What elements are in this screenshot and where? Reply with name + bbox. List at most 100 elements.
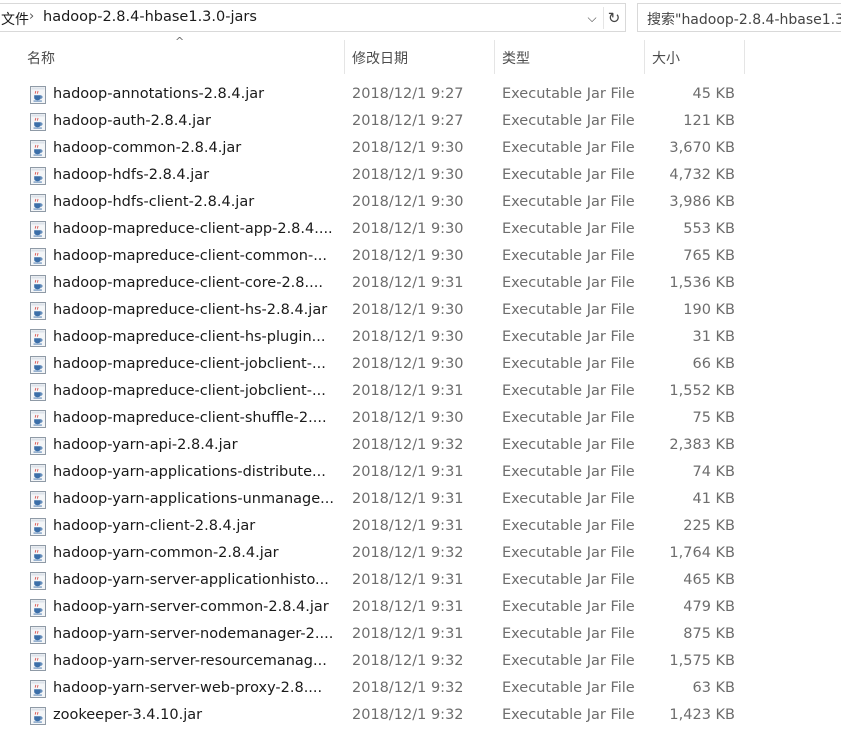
file-row[interactable]: hadoop-yarn-applications-distribute... 2…: [0, 460, 760, 487]
file-modified-date: 2018/12/1 9:27: [352, 86, 464, 102]
file-modified-date: 2018/12/1 9:27: [352, 113, 464, 129]
file-row[interactable]: hadoop-yarn-server-common-2.8.4.jar 2018…: [0, 595, 760, 622]
column-divider[interactable]: [494, 40, 495, 74]
file-type: Executable Jar File: [502, 572, 635, 588]
file-size: 465 KB: [683, 572, 735, 588]
file-row[interactable]: hadoop-yarn-api-2.8.4.jar 2018/12/1 9:32…: [0, 433, 760, 460]
file-row[interactable]: hadoop-mapreduce-client-shuffle-2.... 20…: [0, 406, 760, 433]
file-row[interactable]: hadoop-mapreduce-client-common-... 2018/…: [0, 244, 760, 271]
breadcrumb-root[interactable]: 文件: [1, 9, 29, 29]
java-jar-file-icon: [28, 598, 48, 618]
file-size: 74 KB: [692, 464, 735, 480]
column-header-type[interactable]: 类型: [502, 48, 530, 68]
file-type: Executable Jar File: [502, 329, 635, 345]
file-modified-date: 2018/12/1 9:31: [352, 599, 464, 615]
file-size: 45 KB: [692, 86, 735, 102]
file-modified-date: 2018/12/1 9:32: [352, 545, 464, 561]
file-modified-date: 2018/12/1 9:31: [352, 491, 464, 507]
file-modified-date: 2018/12/1 9:30: [352, 248, 464, 264]
address-toolbar: 文件 › hadoop-2.8.4-hbase1.3.0-jars ⌵ ↻ 搜索…: [0, 0, 841, 36]
file-modified-date: 2018/12/1 9:32: [352, 437, 464, 453]
file-modified-date: 2018/12/1 9:31: [352, 518, 464, 534]
file-row[interactable]: zookeeper-3.4.10.jar 2018/12/1 9:32 Exec…: [0, 703, 760, 730]
file-size: 553 KB: [683, 221, 735, 237]
file-size: 225 KB: [683, 518, 735, 534]
column-header-row: ^ 名称 修改日期 类型 大小: [0, 35, 841, 74]
file-type: Executable Jar File: [502, 491, 635, 507]
file-size: 4,732 KB: [669, 167, 735, 183]
file-name: hadoop-yarn-applications-distribute...: [53, 464, 326, 480]
file-row[interactable]: hadoop-mapreduce-client-hs-plugin... 201…: [0, 325, 760, 352]
column-divider[interactable]: [744, 40, 745, 74]
file-modified-date: 2018/12/1 9:30: [352, 167, 464, 183]
java-jar-file-icon: [28, 139, 48, 159]
file-size: 31 KB: [692, 329, 735, 345]
file-row[interactable]: hadoop-mapreduce-client-core-2.8.... 201…: [0, 271, 760, 298]
refresh-icon[interactable]: ↻: [603, 7, 624, 29]
breadcrumb-current-folder[interactable]: hadoop-2.8.4-hbase1.3.0-jars: [43, 9, 257, 25]
file-type: Executable Jar File: [502, 248, 635, 264]
file-name: hadoop-hdfs-client-2.8.4.jar: [53, 194, 255, 210]
chevron-down-icon[interactable]: ⌵: [583, 8, 601, 28]
file-row[interactable]: hadoop-annotations-2.8.4.jar 2018/12/1 9…: [0, 82, 760, 109]
file-type: Executable Jar File: [502, 464, 635, 480]
file-name: hadoop-yarn-server-web-proxy-2.8....: [53, 680, 323, 696]
file-row[interactable]: hadoop-mapreduce-client-jobclient-... 20…: [0, 352, 760, 379]
java-jar-file-icon: [28, 625, 48, 645]
file-modified-date: 2018/12/1 9:30: [352, 410, 464, 426]
file-type: Executable Jar File: [502, 626, 635, 642]
file-row[interactable]: hadoop-yarn-server-web-proxy-2.8.... 201…: [0, 676, 760, 703]
java-jar-file-icon: [28, 112, 48, 132]
file-type: Executable Jar File: [502, 221, 635, 237]
file-row[interactable]: hadoop-mapreduce-client-hs-2.8.4.jar 201…: [0, 298, 760, 325]
file-row[interactable]: hadoop-yarn-common-2.8.4.jar 2018/12/1 9…: [0, 541, 760, 568]
file-name: hadoop-mapreduce-client-app-2.8.4....: [53, 221, 333, 237]
file-row[interactable]: hadoop-common-2.8.4.jar 2018/12/1 9:30 E…: [0, 136, 760, 163]
file-modified-date: 2018/12/1 9:31: [352, 383, 464, 399]
file-type: Executable Jar File: [502, 302, 635, 318]
file-type: Executable Jar File: [502, 140, 635, 156]
file-modified-date: 2018/12/1 9:31: [352, 464, 464, 480]
file-size: 765 KB: [683, 248, 735, 264]
file-row[interactable]: hadoop-mapreduce-client-app-2.8.4.... 20…: [0, 217, 760, 244]
file-type: Executable Jar File: [502, 545, 635, 561]
file-row[interactable]: hadoop-yarn-client-2.8.4.jar 2018/12/1 9…: [0, 514, 760, 541]
file-row[interactable]: hadoop-yarn-server-applicationhisto... 2…: [0, 568, 760, 595]
file-modified-date: 2018/12/1 9:30: [352, 302, 464, 318]
file-type: Executable Jar File: [502, 680, 635, 696]
file-type: Executable Jar File: [502, 86, 635, 102]
file-name: hadoop-mapreduce-client-jobclient-...: [53, 383, 326, 399]
column-divider[interactable]: [644, 40, 645, 74]
file-name: hadoop-auth-2.8.4.jar: [53, 113, 212, 129]
file-modified-date: 2018/12/1 9:32: [352, 653, 464, 669]
column-divider[interactable]: [344, 40, 345, 74]
file-size: 875 KB: [683, 626, 735, 642]
file-type: Executable Jar File: [502, 167, 635, 183]
file-row[interactable]: hadoop-yarn-server-nodemanager-2.... 201…: [0, 622, 760, 649]
column-header-size[interactable]: 大小: [652, 48, 680, 68]
file-type: Executable Jar File: [502, 356, 635, 372]
file-name: hadoop-yarn-server-common-2.8.4.jar: [53, 599, 329, 615]
file-type: Executable Jar File: [502, 383, 635, 399]
address-bar[interactable]: 文件 › hadoop-2.8.4-hbase1.3.0-jars ⌵ ↻: [0, 3, 626, 32]
file-size: 1,552 KB: [669, 383, 735, 399]
file-row[interactable]: hadoop-auth-2.8.4.jar 2018/12/1 9:27 Exe…: [0, 109, 760, 136]
file-row[interactable]: hadoop-yarn-server-resourcemanag... 2018…: [0, 649, 760, 676]
file-size: 41 KB: [692, 491, 735, 507]
column-header-name[interactable]: 名称: [27, 48, 55, 68]
file-type: Executable Jar File: [502, 410, 635, 426]
file-type: Executable Jar File: [502, 437, 635, 453]
search-input[interactable]: 搜索"hadoop-2.8.4-hbase1.3.0-jars": [637, 3, 841, 32]
breadcrumb-chevron-icon[interactable]: ›: [29, 9, 34, 24]
column-header-date[interactable]: 修改日期: [352, 48, 408, 68]
file-name: hadoop-mapreduce-client-shuffle-2....: [53, 410, 327, 426]
file-modified-date: 2018/12/1 9:30: [352, 221, 464, 237]
file-row[interactable]: hadoop-mapreduce-client-jobclient-... 20…: [0, 379, 760, 406]
file-row[interactable]: hadoop-hdfs-2.8.4.jar 2018/12/1 9:30 Exe…: [0, 163, 760, 190]
file-row[interactable]: hadoop-hdfs-client-2.8.4.jar 2018/12/1 9…: [0, 190, 760, 217]
file-name: hadoop-annotations-2.8.4.jar: [53, 86, 265, 102]
java-jar-file-icon: [28, 490, 48, 510]
sort-ascending-icon: ^: [175, 35, 185, 48]
file-row[interactable]: hadoop-yarn-applications-unmanage... 201…: [0, 487, 760, 514]
java-jar-file-icon: [28, 652, 48, 672]
